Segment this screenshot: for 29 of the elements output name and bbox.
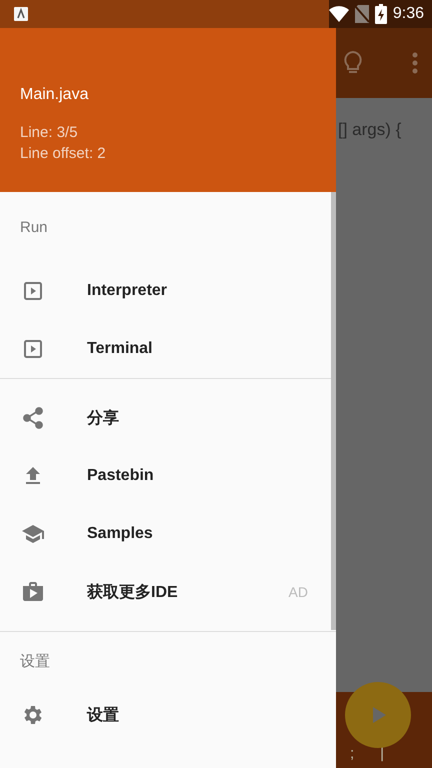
share-icon bbox=[21, 406, 45, 430]
play-box-icon bbox=[21, 279, 45, 303]
play-box-icon bbox=[21, 337, 45, 361]
no-sim-icon bbox=[354, 5, 369, 23]
drawer-item[interactable]: Samples bbox=[0, 505, 330, 563]
symbol-key[interactable]: | bbox=[380, 745, 384, 762]
symbol-key[interactable]: ; bbox=[350, 745, 354, 762]
drawer-item[interactable]: 设置 bbox=[0, 686, 330, 744]
graduation-cap-icon bbox=[21, 522, 45, 546]
scrollbar[interactable] bbox=[331, 192, 336, 630]
code-line: [] args) { bbox=[338, 120, 402, 140]
drawer-item[interactable]: 获取更多IDE AD bbox=[0, 563, 330, 621]
clock-time: 9:36 bbox=[392, 5, 424, 23]
more-options-icon[interactable] bbox=[412, 52, 418, 74]
drawer-item[interactable]: Terminal bbox=[0, 320, 330, 378]
battery-charging-icon bbox=[374, 4, 387, 24]
drawer-item[interactable]: 分享 bbox=[0, 389, 330, 447]
ad-label: AD bbox=[288, 584, 308, 600]
drawer-item[interactable]: Interpreter bbox=[0, 262, 330, 320]
shopping-bag-icon bbox=[21, 580, 45, 604]
file-name: Main.java bbox=[20, 86, 90, 104]
cursor-info: Line offset: 2 bbox=[20, 144, 107, 164]
cursor-info: Line: 3/5 bbox=[20, 123, 79, 143]
drawer-item[interactable]: Pastebin bbox=[0, 447, 330, 505]
section-header: Run bbox=[19, 218, 49, 238]
app-notification-icon bbox=[14, 7, 28, 21]
wifi-icon bbox=[328, 6, 349, 22]
lightbulb-icon[interactable] bbox=[342, 50, 364, 76]
section-header: 设置 bbox=[19, 652, 51, 672]
